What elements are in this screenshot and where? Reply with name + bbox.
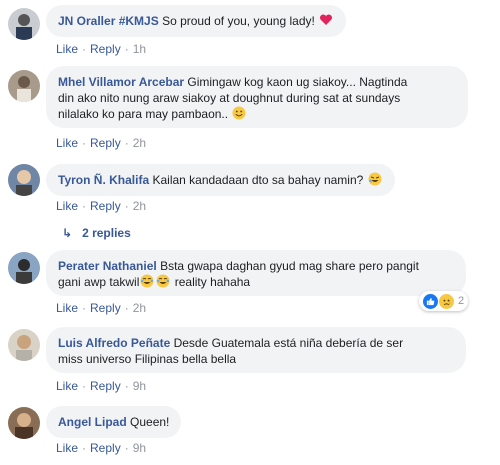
reply-link[interactable]: Reply (90, 379, 121, 393)
timestamp[interactable]: 1h (133, 42, 146, 56)
reply-link[interactable]: Reply (90, 42, 121, 56)
timestamp[interactable]: 9h (133, 441, 146, 455)
view-replies-link[interactable]: ↳ 2 replies (62, 226, 131, 240)
avatar[interactable] (8, 329, 40, 361)
comment-actions: Like · Reply · 9h (56, 441, 147, 455)
comment-actions: Like · Reply · 9h (56, 379, 147, 393)
comment-actions: Like · Reply · 2h (56, 136, 147, 150)
avatar[interactable] (8, 70, 40, 102)
comment-text-line-1: Desde Guatemala está niña debería de ser (173, 336, 404, 350)
sad-reaction-icon (439, 293, 454, 309)
replies-count: 2 replies (82, 226, 131, 240)
comment-author[interactable]: Tyron Ñ. Khalifa (58, 173, 149, 187)
smiling-emoji-icon (232, 106, 246, 120)
avatar[interactable] (8, 8, 40, 40)
comment-bubble: JN Oraller #KMJS So proud of you, young … (46, 5, 347, 37)
comment-text: So proud of you, young lady! (162, 14, 315, 28)
comment-bubble: Luis Alfredo Peñate Desde Guatemala está… (46, 327, 466, 373)
comment-text-line-2: gani awp takwil (58, 275, 140, 289)
avatar[interactable] (8, 252, 40, 284)
timestamp[interactable]: 9h (133, 379, 146, 393)
comment-text: Queen! (130, 415, 170, 429)
comment-text-line-1: Gimingaw kog kaon ug siakoy... Nagtinda (187, 75, 408, 89)
comment-bubble: Mhel Villamor Arcebar Gimingaw kog kaon … (46, 66, 468, 128)
avatar[interactable] (8, 407, 40, 439)
comment-bubble: Angel Lipad Queen! (46, 406, 182, 438)
reactions-summary[interactable]: 2 (419, 291, 469, 311)
rofl-emoji-icon (368, 172, 382, 186)
reaction-count: 2 (458, 295, 465, 307)
laughing-crying-emoji-icon (156, 274, 170, 288)
comment-text-line-3: nilalako ko para may pambaon.. (58, 107, 229, 121)
comment-text-line-2-end: reality hahaha (174, 275, 251, 289)
like-link[interactable]: Like (56, 136, 78, 150)
avatar[interactable] (8, 164, 40, 196)
comment-bubble: Tyron Ñ. Khalifa Kailan kandadaan dto sa… (46, 164, 395, 196)
timestamp[interactable]: 2h (133, 199, 146, 213)
reply-link[interactable]: Reply (90, 441, 121, 455)
like-link[interactable]: Like (56, 441, 78, 455)
comment-author[interactable]: Mhel Villamor Arcebar (58, 75, 184, 89)
reply-link[interactable]: Reply (90, 199, 121, 213)
like-reaction-icon (423, 293, 438, 309)
reply-arrow-icon: ↳ (62, 226, 73, 240)
comment-author[interactable]: Perater Nathaniel (58, 259, 157, 273)
like-link[interactable]: Like (56, 379, 78, 393)
comment-author[interactable]: Angel Lipad (58, 415, 127, 429)
like-link[interactable]: Like (56, 301, 78, 315)
comment-author[interactable]: Luis Alfredo Peñate (58, 336, 170, 350)
like-link[interactable]: Like (56, 199, 78, 213)
reply-link[interactable]: Reply (90, 301, 121, 315)
laughing-crying-emoji-icon (140, 274, 154, 288)
reply-link[interactable]: Reply (90, 136, 121, 150)
comment-author[interactable]: JN Oraller #KMJS (58, 14, 159, 28)
comment-actions: Like · Reply · 1h (56, 42, 147, 56)
heart-icon (319, 13, 333, 27)
comment-text: Kailan kandadaan dto sa bahay namin? (152, 173, 364, 187)
comment-actions: Like · Reply · 2h (56, 301, 147, 315)
comment-text-line-2: miss universo Filipinas bella bella (58, 352, 237, 366)
comment-text-line-1: Bsta gwapa daghan gyud mag share pero pa… (160, 259, 419, 273)
comment-bubble: Perater Nathaniel Bsta gwapa daghan gyud… (46, 250, 466, 296)
timestamp[interactable]: 2h (133, 301, 146, 315)
like-link[interactable]: Like (56, 42, 78, 56)
comment-actions: Like · Reply · 2h (56, 199, 147, 213)
timestamp[interactable]: 2h (133, 136, 146, 150)
comment-text-line-2: din ako nito nung araw siakoy at doughnu… (58, 91, 401, 105)
